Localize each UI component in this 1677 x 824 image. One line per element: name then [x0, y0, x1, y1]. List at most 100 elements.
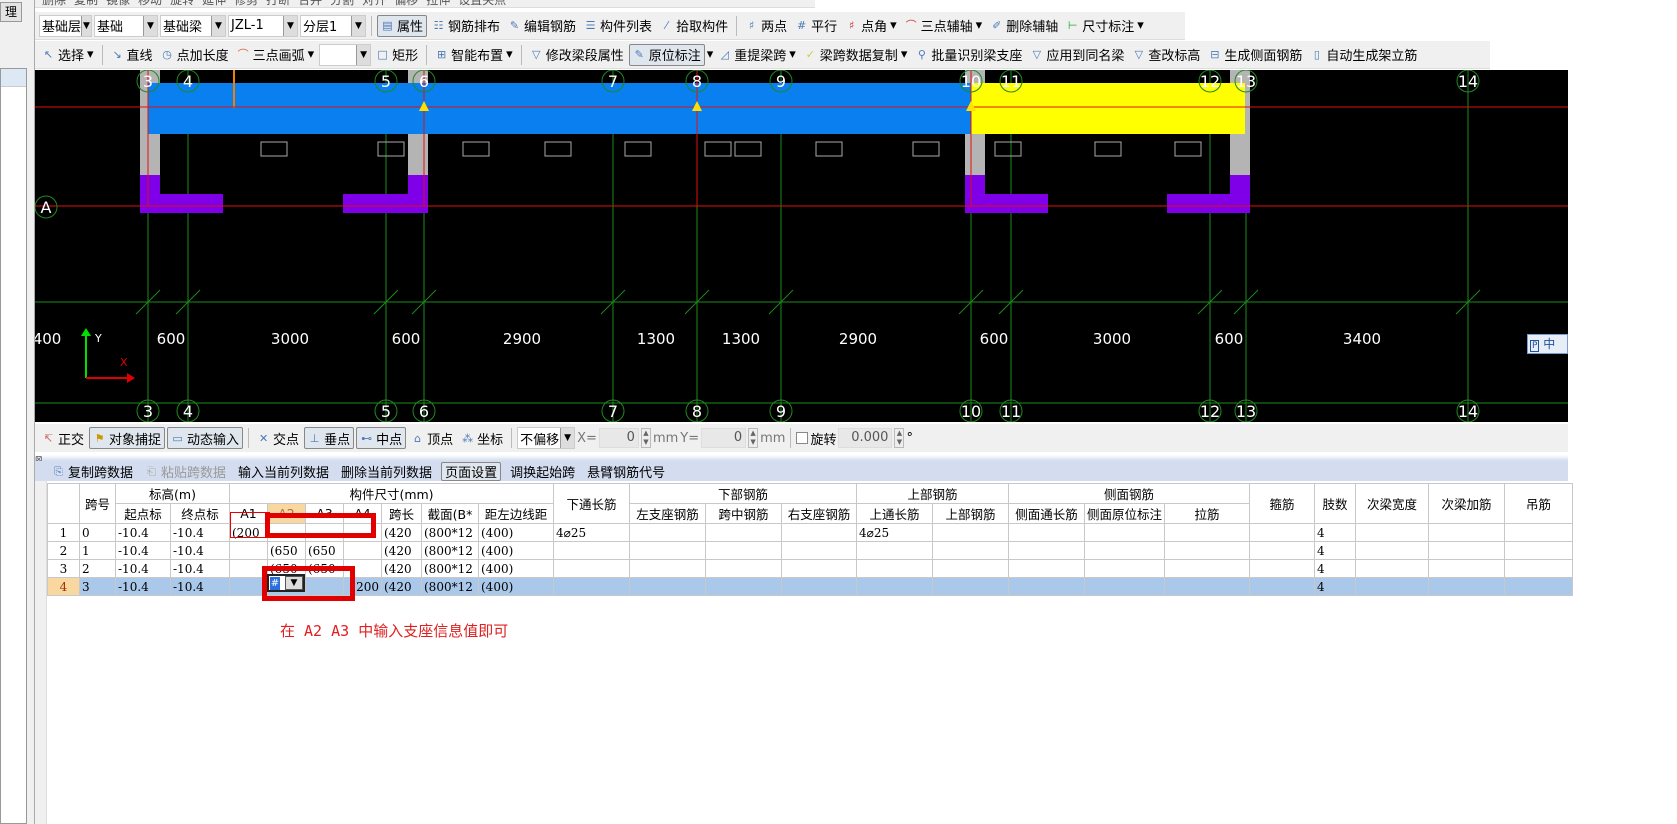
table-cell[interactable] — [1504, 541, 1574, 560]
table-cell[interactable]: -10.4 — [115, 541, 171, 560]
snap-midpoint[interactable]: ⊷ 中点 — [356, 427, 407, 449]
table-cell[interactable]: 0 — [79, 523, 116, 542]
table-cell[interactable] — [1249, 541, 1316, 560]
table-row[interactable]: 2 1 -10.4 -10.4 (650 (650 (420 (800*12 (400) 4 — [47, 541, 1574, 560]
snap-coordinate[interactable]: ⁂ 坐标 — [458, 427, 506, 449]
edit-tool-2[interactable]: 镜像 — [103, 0, 133, 11]
edit-tool-10[interactable]: 对齐 — [359, 0, 389, 11]
table-cell[interactable] — [1164, 577, 1251, 596]
pick-component-button[interactable]: ⁄ 拾取构件 — [657, 15, 731, 37]
dimension-button[interactable]: ⊢ 尺寸标注 ▾ — [1063, 15, 1147, 37]
point-angle-button[interactable]: ♯ 点角 ▾ — [842, 15, 900, 37]
edit-tool-12[interactable]: 拉伸 — [423, 0, 453, 11]
x-spinner[interactable]: ▲ ▼ — [640, 428, 651, 448]
copy-span-data-button[interactable]: ✓ 梁跨数据复制 ▾ — [801, 44, 911, 66]
row-number[interactable]: 1 — [47, 523, 80, 542]
snap-perpendicular[interactable]: ⊥ 垂点 — [304, 427, 355, 449]
table-cell[interactable] — [553, 559, 630, 578]
table-cell[interactable] — [1428, 523, 1506, 542]
table-cell[interactable] — [932, 541, 1009, 560]
table-cell[interactable] — [781, 559, 857, 578]
ime-indicator[interactable]: P 中 — [1527, 334, 1568, 354]
table-cell[interactable]: -10.4 — [115, 577, 171, 596]
table-cell[interactable]: (400) — [478, 523, 554, 542]
edit-tool-13[interactable]: 设置夹点 — [455, 0, 509, 11]
cantilever-code-button[interactable]: 悬臂钢筋代号 — [584, 462, 668, 481]
table-cell[interactable] — [705, 559, 782, 578]
table-cell[interactable]: -10.4 — [170, 523, 230, 542]
table-cell[interactable] — [932, 577, 1009, 596]
chevron-down-icon[interactable]: ▼ — [285, 576, 303, 590]
table-cell[interactable] — [1008, 559, 1085, 578]
table-cell[interactable] — [1504, 577, 1574, 596]
table-cell[interactable]: (800*12 — [421, 541, 479, 560]
edit-tool-9[interactable]: 分割 — [327, 0, 357, 11]
apply-same-name-button[interactable]: ▽ 应用到同名梁 — [1027, 44, 1127, 66]
table-cell[interactable]: 4 — [1314, 559, 1357, 578]
edit-tool-3[interactable]: 移动 — [135, 0, 165, 11]
table-cell[interactable]: -10.4 — [170, 559, 230, 578]
table-cell[interactable] — [1428, 541, 1506, 560]
table-cell[interactable]: (420 — [381, 523, 422, 542]
rebar-layout-button[interactable]: ☷ 钢筋排布 — [429, 15, 503, 37]
table-cell[interactable]: (800*12 — [421, 523, 479, 542]
copy-span-button[interactable]: ⎘ 复制跨数据 — [49, 462, 136, 481]
table-cell[interactable] — [553, 541, 630, 560]
in-situ-annotation-button[interactable]: ✎ 原位标注 — [628, 43, 705, 66]
rectangle-button[interactable]: □ 矩形 — [373, 44, 421, 66]
table-cell[interactable]: 3 — [79, 577, 116, 596]
table-cell[interactable] — [1355, 541, 1430, 560]
table-cell[interactable]: 2 — [79, 559, 116, 578]
table-cell[interactable] — [1428, 577, 1506, 596]
point-length-button[interactable]: ◷ 点加长度 — [158, 44, 232, 66]
edit-rebar-button[interactable]: ✎ 编辑钢筋 — [505, 15, 579, 37]
table-cell[interactable] — [781, 577, 857, 596]
change-elevation-button[interactable]: ▽ 查改标高 — [1129, 44, 1203, 66]
table-cell[interactable] — [1008, 541, 1085, 560]
row-number[interactable]: 3 — [47, 559, 80, 578]
table-cell[interactable] — [629, 577, 706, 596]
arc-option-select[interactable]: ▼ — [319, 43, 372, 66]
table-cell[interactable]: -10.4 — [170, 541, 230, 560]
table-cell[interactable] — [1249, 523, 1316, 542]
snap-vertex[interactable]: ⌂ 顶点 — [408, 427, 456, 449]
paste-span-button[interactable]: ⎗ 粘贴跨数据 — [142, 462, 229, 481]
table-cell[interactable] — [1249, 577, 1316, 596]
edit-tool-8[interactable]: 合并 — [295, 0, 325, 11]
component-list-button[interactable]: ☰ 构件列表 — [581, 15, 655, 37]
table-cell[interactable]: (800*12 — [421, 559, 479, 578]
table-cell[interactable]: (420 — [381, 577, 422, 596]
table-cell[interactable] — [1164, 559, 1251, 578]
y-spinner[interactable]: ▲ ▼ — [748, 428, 759, 448]
table-cell[interactable] — [629, 541, 706, 560]
table-cell[interactable] — [856, 541, 933, 560]
category-select[interactable]: 基础 ▼ — [94, 14, 158, 37]
page-setup-button[interactable]: 页面设置 — [441, 461, 502, 481]
table-cell[interactable]: (800*12 — [421, 577, 479, 596]
three-point-axis-button[interactable]: ⌒ 三点辅轴 ▾ — [902, 15, 986, 37]
modify-segment-button[interactable]: ▽ 修改梁段属性 — [527, 44, 627, 66]
parallel-axis-button[interactable]: # 平行 — [792, 15, 840, 37]
table-cell[interactable]: (420 — [381, 559, 422, 578]
edit-tool-0[interactable]: 删除 — [39, 0, 69, 11]
two-point-axis-button[interactable]: ♯ 两点 — [742, 15, 790, 37]
edit-tool-4[interactable]: 旋转 — [167, 0, 197, 11]
table-cell[interactable]: 4⌀25 — [856, 523, 933, 542]
re-extract-span-button[interactable]: ◿ 重提梁跨 ▾ — [715, 44, 799, 66]
table-cell[interactable] — [1355, 523, 1430, 542]
cad-drawing-canvas[interactable]: 3 4 5 6 7 8 9 10 11 12 13 14 3 4 5 6 7 8 9 10 11 12 13 14 A 400 60… — [35, 70, 1568, 422]
table-cell[interactable] — [1355, 577, 1430, 596]
table-cell[interactable] — [932, 559, 1009, 578]
table-cell[interactable]: 4 — [1314, 523, 1357, 542]
table-cell[interactable] — [1428, 559, 1506, 578]
line-button[interactable]: ↘ 直线 — [108, 44, 156, 66]
table-cell[interactable] — [1083, 541, 1166, 560]
x-input[interactable]: 0 — [598, 428, 639, 448]
auto-erection-rebar-button[interactable]: ▯ 自动生成架立筋 — [1307, 44, 1420, 66]
y-input[interactable]: 0 — [701, 428, 747, 448]
table-cell[interactable]: 4 — [1314, 577, 1357, 596]
table-cell[interactable] — [1008, 577, 1085, 596]
table-cell[interactable] — [856, 559, 933, 578]
table-cell[interactable] — [705, 577, 782, 596]
rotate-checkbox[interactable] — [796, 432, 809, 444]
